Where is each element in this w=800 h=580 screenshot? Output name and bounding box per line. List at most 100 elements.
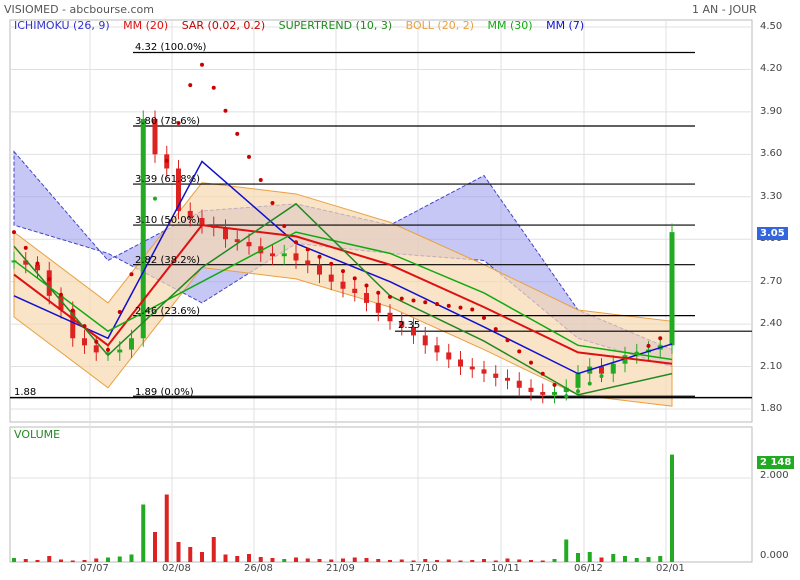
legend-sar: SAR (0.02, 0.2) bbox=[181, 19, 266, 32]
candle-body bbox=[129, 338, 134, 350]
x-tick-06-12: 06/12 bbox=[574, 563, 603, 574]
chart-title: VISIOMED - abcbourse.com bbox=[4, 3, 154, 16]
volume-bar bbox=[23, 559, 28, 562]
candle-body bbox=[93, 345, 99, 353]
volume-bar bbox=[458, 560, 463, 562]
y-tick-2-70: 2.70 bbox=[760, 276, 783, 287]
sar-dot bbox=[141, 234, 146, 239]
volume-bar bbox=[117, 556, 122, 562]
legend-mm30: MM (30) bbox=[487, 19, 533, 32]
sar-dot bbox=[188, 83, 193, 88]
sar-dot bbox=[470, 307, 475, 312]
sar-dot bbox=[223, 108, 228, 113]
candle-body bbox=[599, 366, 604, 374]
volume-bar bbox=[470, 560, 475, 562]
volume-bar bbox=[235, 556, 240, 562]
sar-dot bbox=[341, 269, 345, 274]
sar-dot bbox=[599, 374, 604, 379]
sar-dot bbox=[552, 382, 557, 387]
y-tick-4-20: 4.20 bbox=[760, 63, 783, 74]
sar-dot bbox=[646, 343, 651, 348]
sar-dot bbox=[70, 308, 75, 313]
fib-label-0: 1.89 (0.0%) bbox=[135, 387, 194, 398]
volume-bar bbox=[305, 558, 310, 562]
candle-body bbox=[293, 253, 299, 261]
candle-body bbox=[82, 338, 87, 346]
x-tick-07-07: 07/07 bbox=[80, 563, 109, 574]
fib-label-78: 3.80 (78.6%) bbox=[135, 116, 201, 127]
x-tick-02-08: 02/08 bbox=[162, 563, 191, 574]
x-tick-26-08: 26/08 bbox=[244, 563, 273, 574]
sar-dot bbox=[117, 310, 122, 315]
volume-bar bbox=[164, 494, 169, 562]
candle-body bbox=[458, 359, 463, 367]
last-volume-badge: 2 148 bbox=[757, 456, 795, 469]
legend-boll: BOLL (20, 2) bbox=[405, 19, 475, 32]
y-tick-3-90: 3.90 bbox=[760, 106, 783, 117]
candle-body bbox=[516, 380, 522, 388]
sar-dot bbox=[59, 292, 63, 297]
volume-bar bbox=[329, 559, 334, 562]
legend-mm20: MM (20) bbox=[123, 19, 169, 32]
volume-bar bbox=[258, 557, 263, 562]
candle-body bbox=[552, 392, 557, 395]
sar-dot bbox=[388, 294, 392, 299]
candle-body bbox=[375, 302, 381, 313]
x-tick-02-01: 02/01 bbox=[656, 563, 685, 574]
volume-bar bbox=[317, 559, 322, 562]
x-tick-10-11: 10/11 bbox=[491, 563, 520, 574]
sar-dot bbox=[35, 261, 40, 266]
y-tick-1-80: 1.80 bbox=[760, 403, 783, 414]
fib-label-61: 3.39 (61.8%) bbox=[135, 174, 201, 185]
volume-bar bbox=[529, 560, 533, 562]
volume-bar bbox=[270, 558, 275, 562]
volume-bar bbox=[576, 553, 580, 562]
volume-bar bbox=[564, 539, 569, 562]
volume-bar bbox=[176, 542, 181, 562]
candle-body bbox=[35, 264, 40, 271]
y-tick-2-40: 2.40 bbox=[760, 318, 783, 329]
sar-dot bbox=[446, 303, 451, 308]
candle-body bbox=[364, 292, 369, 303]
volume-bar bbox=[552, 559, 557, 562]
volume-bar bbox=[106, 557, 110, 562]
candle-body bbox=[540, 392, 546, 395]
candle-body bbox=[387, 312, 393, 322]
candle-body bbox=[481, 369, 487, 374]
last-price-badge: 3.05 bbox=[757, 227, 788, 240]
candle-body bbox=[328, 274, 334, 282]
y-tick-4-50: 4.50 bbox=[760, 21, 783, 32]
legend: ICHIMOKU (26, 9) MM (20) SAR (0.02, 0.2)… bbox=[14, 19, 584, 32]
sar-dot bbox=[211, 85, 216, 90]
sar-dot bbox=[282, 224, 287, 229]
hline-label-2-35: 2.35 bbox=[398, 320, 421, 331]
candle-body bbox=[422, 335, 428, 346]
candle-body bbox=[270, 253, 275, 257]
sar-dot bbox=[611, 366, 616, 371]
volume-bar bbox=[70, 560, 75, 562]
volume-bar bbox=[611, 554, 616, 562]
sar-dot bbox=[529, 360, 533, 365]
volume-bar bbox=[540, 560, 545, 562]
volume-bar bbox=[211, 537, 216, 562]
volume-bar bbox=[59, 559, 63, 562]
sar-dot bbox=[294, 240, 298, 245]
sar-dot bbox=[94, 339, 99, 344]
sar-dot bbox=[82, 324, 87, 329]
volume-bar bbox=[376, 559, 381, 562]
volume-bar bbox=[12, 558, 16, 562]
volume-bar bbox=[670, 454, 674, 562]
sar-dot bbox=[317, 254, 322, 259]
sar-dot bbox=[576, 389, 580, 394]
sar-dot bbox=[247, 154, 251, 159]
sar-dot bbox=[658, 336, 663, 341]
sar-dot bbox=[352, 276, 357, 281]
sar-dot bbox=[106, 347, 110, 352]
volume-bar bbox=[35, 560, 40, 562]
sar-dot bbox=[364, 283, 369, 288]
sar-dot bbox=[329, 261, 334, 266]
volume-bar bbox=[153, 532, 157, 562]
sar-dot bbox=[623, 358, 627, 363]
volume-bar bbox=[188, 547, 193, 562]
x-tick-17-10: 17/10 bbox=[409, 563, 438, 574]
